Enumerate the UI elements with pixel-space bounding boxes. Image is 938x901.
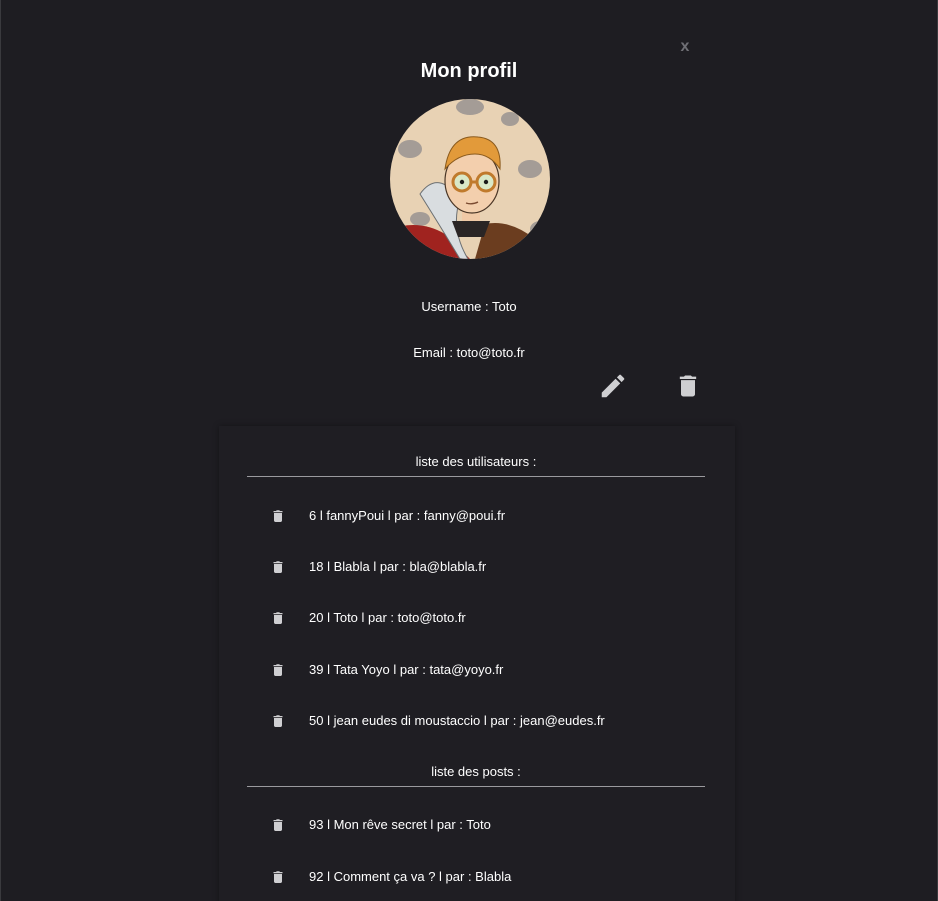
email-text: Email : toto@toto.fr [413, 345, 525, 360]
post-list-item: 93 l Mon rêve secret l par : Toto [247, 816, 705, 836]
user-list-item: 18 l Blabla l par : bla@blabla.fr [247, 558, 705, 578]
post-list-item: 92 l Comment ça va ? l par : Blabla [247, 868, 705, 888]
post-item-label: 92 l Comment ça va ? l par : Blabla [309, 869, 512, 884]
page-title: Mon profil [420, 60, 518, 82]
user-list-item: 6 l fannyPoui l par : fanny@poui.fr [247, 507, 705, 527]
username-text: Username : Toto [421, 299, 517, 314]
user-item-label: 50 l jean eudes di moustaccio l par : je… [309, 712, 605, 728]
users-list-header: liste des utilisateurs : [247, 454, 705, 477]
user-item-label: 20 l Toto l par : toto@toto.fr [309, 610, 466, 626]
delete-profile-button[interactable] [674, 371, 702, 401]
posts-list-header: liste des posts : [247, 764, 705, 787]
user-list-item: 50 l jean eudes di moustaccio l par : je… [247, 712, 705, 732]
delete-post-icon[interactable] [272, 870, 284, 884]
user-list-item: 39 l Tata Yoyo l par : tata@yoyo.fr [247, 661, 705, 681]
profile-page: x Mon profil Username: Toto Email: tot… [0, 0, 938, 901]
profile-avatar-illustration [390, 99, 550, 259]
delete-user-icon[interactable] [272, 663, 284, 677]
edit-profile-button[interactable] [598, 371, 628, 401]
delete-user-icon[interactable] [272, 611, 284, 625]
delete-user-icon[interactable] [272, 714, 284, 728]
user-item-label: 6 l fannyPoui l par : fanny@poui.fr [309, 508, 506, 523]
user-list-item: 20 l Toto l par : toto@toto.fr [247, 609, 705, 629]
trash-icon [679, 375, 697, 397]
delete-user-icon[interactable] [272, 560, 284, 574]
delete-user-icon[interactable] [272, 509, 284, 523]
user-item-label: 18 l Blabla l par : bla@blabla.fr [309, 559, 487, 575]
close-button[interactable]: x [678, 37, 692, 57]
post-item-label: 93 l Mon rêve secret l par : Toto [309, 817, 491, 832]
user-item-label: 39 l Tata Yoyo l par : tata@yoyo.fr [309, 661, 504, 677]
pencil-icon [601, 374, 625, 398]
avatar [390, 99, 550, 259]
delete-post-icon[interactable] [272, 818, 284, 832]
